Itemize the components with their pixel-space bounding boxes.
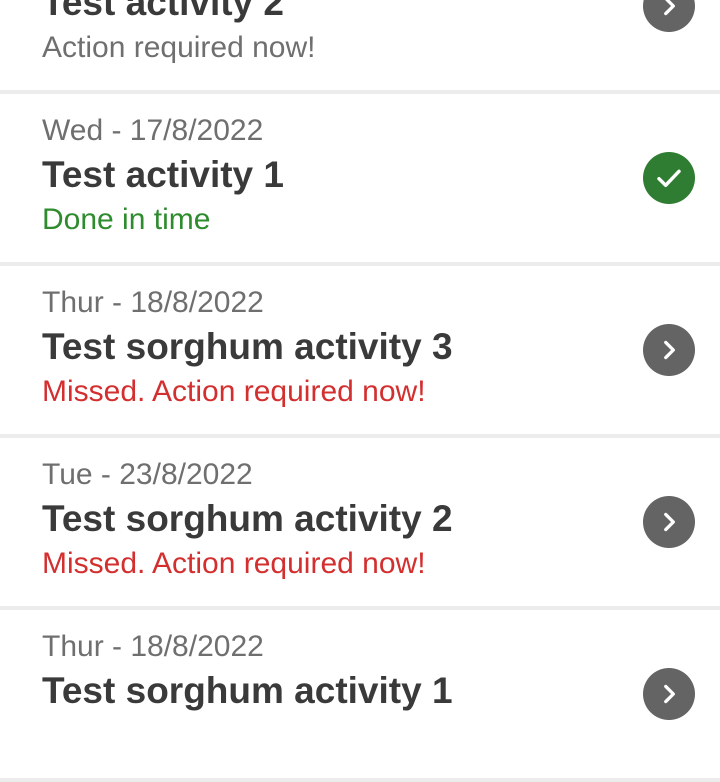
activity-date: Tue - 23/8/2022 [42, 458, 253, 491]
open-activity-button[interactable] [643, 324, 695, 376]
open-activity-button[interactable] [643, 668, 695, 720]
open-activity-button[interactable] [643, 0, 695, 32]
check-icon [657, 169, 681, 188]
activity-title: Test activity 2 [42, 0, 284, 23]
activity-date: Thur - 18/8/2022 [42, 630, 264, 663]
activity-status: Done in time [42, 203, 211, 236]
open-activity-button[interactable] [643, 496, 695, 548]
activity-status: Missed. Action required now! [42, 547, 426, 580]
activity-status: Action required now! [42, 31, 316, 64]
activity-title: Test activity 1 [42, 154, 284, 195]
activity-list: Test activity 2 Action required now! Wed… [0, 0, 720, 782]
activity-date: Thur - 18/8/2022 [42, 286, 264, 319]
activity-item[interactable]: Thur - 18/8/2022 Test sorghum activity 3… [0, 266, 720, 438]
completed-activity-button[interactable] [643, 152, 695, 204]
activity-title: Test sorghum activity 1 [42, 670, 453, 711]
activity-title: Test sorghum activity 2 [42, 498, 453, 539]
activity-item[interactable]: Test activity 2 Action required now! [0, 0, 720, 94]
chevron-right-icon [664, 684, 675, 704]
activity-date: Wed - 17/8/2022 [42, 114, 264, 147]
activity-item[interactable]: Thur - 18/8/2022 Test sorghum activity 1 [0, 610, 720, 782]
activity-status: Missed. Action required now! [42, 375, 426, 408]
activity-item[interactable]: Tue - 23/8/2022 Test sorghum activity 2 … [0, 438, 720, 610]
chevron-right-icon [664, 512, 675, 532]
chevron-right-icon [664, 340, 675, 360]
activity-title: Test sorghum activity 3 [42, 326, 453, 367]
chevron-right-icon [664, 0, 675, 16]
activity-item[interactable]: Wed - 17/8/2022 Test activity 1 Done in … [0, 94, 720, 266]
